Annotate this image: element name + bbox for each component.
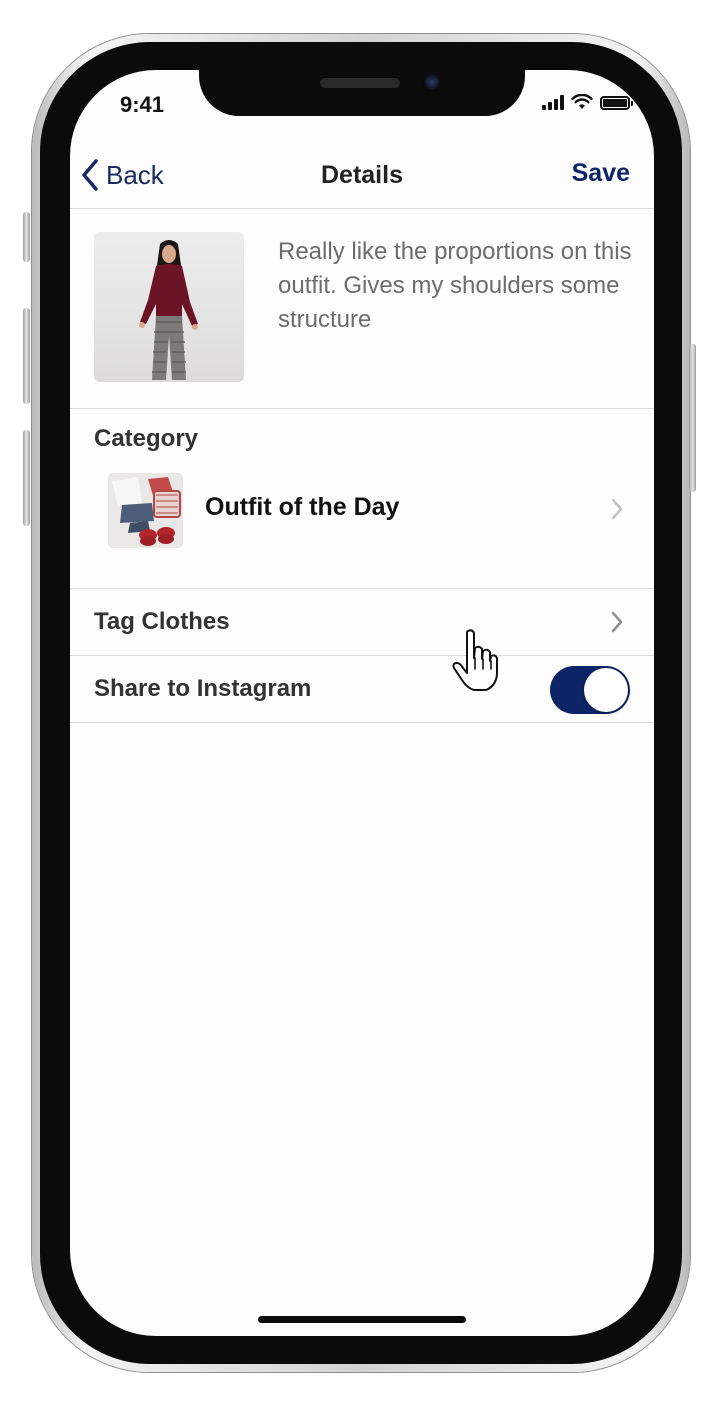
tag-clothes-label: Tag Clothes [94,608,230,635]
status-icons [542,94,633,110]
category-section: Category Outfit of the Day [70,409,654,589]
navigation-bar: Back Details Save [70,148,654,209]
category-row[interactable]: Outfit of the Day [70,471,654,551]
hand-pointer-icon [452,629,498,691]
share-instagram-row: Share to Instagram [70,656,654,723]
chevron-right-icon [611,498,623,520]
tag-clothes-row[interactable]: Tag Clothes [70,589,654,656]
save-button[interactable]: Save [572,159,630,188]
outfit-photo-illustration [139,240,198,380]
mute-switch [23,212,30,262]
power-button [689,344,696,492]
category-value: Outfit of the Day [205,493,400,521]
wifi-icon [571,94,593,109]
battery-icon [600,96,633,110]
signal-icon [542,94,564,110]
toggle-knob [584,668,628,712]
share-instagram-label: Share to Instagram [94,675,312,702]
post-section: Really like the proportions on this outf… [70,209,654,409]
category-thumbnail [108,473,183,548]
front-camera [423,73,441,91]
chevron-right-icon [611,611,623,633]
notch [199,70,525,116]
share-instagram-toggle[interactable] [550,666,630,714]
outfit-photo[interactable] [94,232,244,382]
volume-up-button [23,308,30,404]
volume-down-button [23,430,30,526]
device-mockup: 9:41 Back Details Save Really like the p… [0,0,720,1414]
home-indicator[interactable] [258,1316,466,1323]
post-caption[interactable]: Really like the proportions on this outf… [278,235,638,337]
screen: 9:41 Back Details Save Really like the p… [70,70,654,1336]
speaker-grille [320,78,400,88]
category-label: Category [94,425,199,452]
status-time: 9:41 [120,92,165,117]
category-thumbnail-illustration [108,473,183,548]
page-title: Details [321,161,403,189]
